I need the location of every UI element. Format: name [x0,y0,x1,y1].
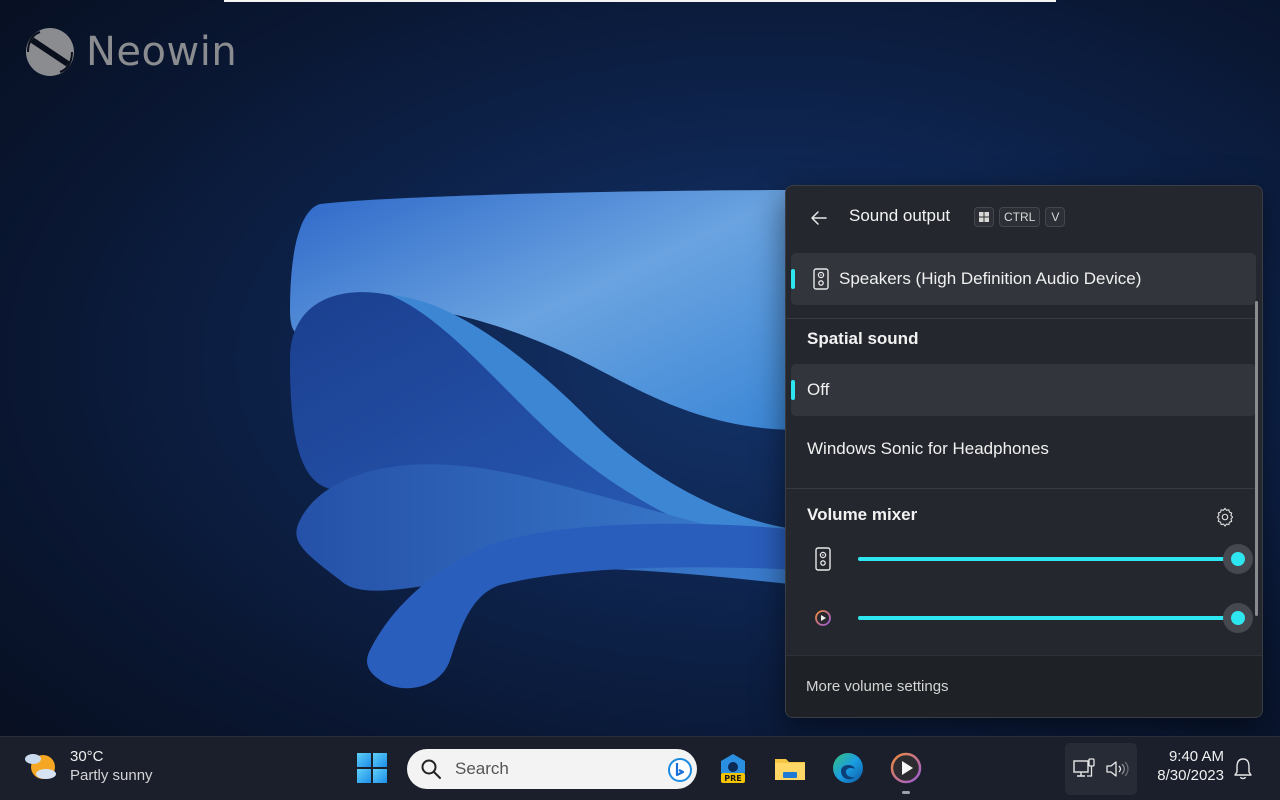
spatial-option-label: Windows Sonic for Headphones [807,439,1049,458]
windows-key-icon [979,212,989,222]
weather-widget[interactable]: 30°C Partly sunny [22,747,153,785]
flyout-header: Sound output CTRL V [786,186,1262,250]
output-device-speakers[interactable]: Speakers (High Definition Audio Device) [791,253,1256,305]
selected-indicator [791,269,795,289]
speaker-icon [815,547,831,571]
volume-icon [1106,761,1129,777]
divider [786,318,1256,319]
edge-icon[interactable] [831,751,865,785]
slider-thumb[interactable] [1223,603,1253,633]
slider-fill [858,557,1238,561]
top-edge-strip [224,0,1056,2]
spatial-option-label: Off [807,380,830,399]
partly-sunny-icon [25,754,56,779]
weather-temperature: 30°C [70,748,104,765]
volume-slider-media-player[interactable] [858,603,1253,633]
back-arrow-icon [811,211,827,225]
output-device-label: Speakers (High Definition Audio Device) [839,269,1142,288]
media-player-icon [815,610,831,626]
taskbar-clock[interactable]: 9:40 AM 8/30/2023 [1144,748,1224,784]
clock-date: 8/30/2023 [1157,767,1224,784]
bell-icon[interactable] [1232,757,1254,781]
flyout-scrollbar[interactable] [1255,301,1258,616]
speaker-icon [813,268,829,290]
taskbar-search-box[interactable]: Search [407,749,697,789]
sound-output-flyout: Sound output CTRL V Speakers (High Defin… [785,185,1263,718]
more-volume-settings-link[interactable]: More volume settings [806,678,949,695]
bing-chat-icon[interactable] [667,757,693,783]
shortcut-key-win [974,207,994,227]
spatial-sound-title: Spatial sound [807,329,919,348]
weather-text: 30°C Partly sunny [70,748,153,784]
pre-badge: PRE [724,774,742,783]
spatial-option-windows-sonic[interactable]: Windows Sonic for Headphones [791,423,1256,475]
flyout-footer: More volume settings [786,655,1262,717]
spatial-option-off[interactable]: Off [791,364,1256,416]
shortcut-key-v: V [1045,207,1066,227]
gear-icon[interactable] [1214,506,1236,528]
running-indicator [902,791,910,794]
search-placeholder: Search [455,759,509,778]
clock-time: 9:40 AM [1168,748,1224,765]
divider [786,488,1256,489]
shortcut-key-ctrl: CTRL [999,207,1041,227]
selected-indicator [791,380,795,400]
volume-slider-speakers[interactable] [858,544,1253,574]
media-player-icon[interactable] [889,751,923,785]
keyboard-shortcut: CTRL V [974,207,1066,227]
slider-fill [858,616,1238,620]
taskbar: 30°C Partly sunny Search PRE 9:40 AM 8/3… [0,736,1280,800]
watermark-text: Neowin [86,29,238,75]
network-icon [1073,758,1095,777]
m365-pre-icon[interactable]: PRE [716,751,750,785]
folder-icon[interactable] [773,751,807,785]
quick-settings-tray[interactable] [1065,743,1137,795]
slider-thumb[interactable] [1223,544,1253,574]
flyout-title: Sound output [849,206,951,225]
neowin-logo-icon [26,28,74,76]
volume-mixer-title: Volume mixer [807,505,918,524]
search-icon [421,759,441,779]
start-button[interactable] [356,752,388,784]
back-button[interactable] [806,205,832,231]
neowin-watermark: Neowin [24,26,237,78]
wallpaper-bloom [290,190,800,689]
weather-condition: Partly sunny [70,767,153,784]
